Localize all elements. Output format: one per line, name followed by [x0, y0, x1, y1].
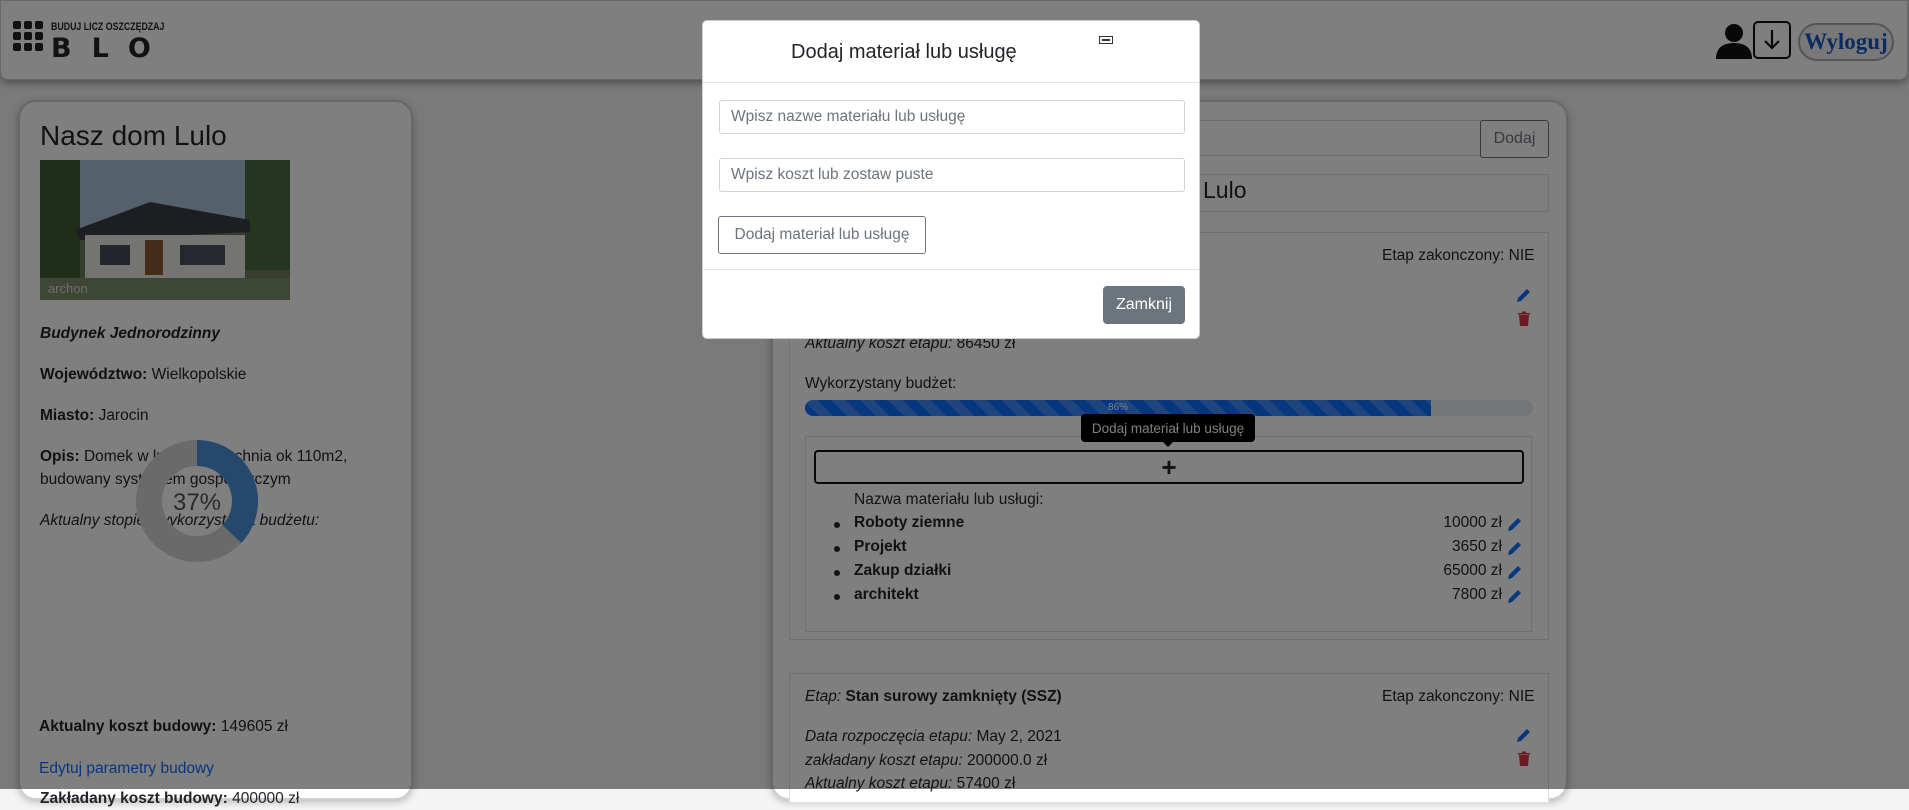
modal-close-icon[interactable]: [1099, 36, 1113, 44]
material-cost-input[interactable]: [719, 158, 1185, 192]
modal-footer-divider: [703, 269, 1199, 270]
planned-cost-value: 400000 zł: [232, 790, 300, 807]
material-name-input[interactable]: [719, 100, 1185, 134]
planned-cost-row: Zakładany koszt budowy: 400000 zł: [40, 787, 299, 810]
add-material-modal: Dodaj materiał lub usługę Dodaj materiał…: [702, 20, 1200, 339]
modal-title: Dodaj materiał lub usługę: [791, 41, 1017, 63]
modal-close-button[interactable]: Zamknij: [1103, 286, 1185, 324]
modal-header-divider: [703, 82, 1199, 83]
modal-add-material-button[interactable]: Dodaj materiał lub usługę: [718, 216, 926, 254]
planned-cost-label: Zakładany koszt budowy:: [40, 790, 228, 807]
